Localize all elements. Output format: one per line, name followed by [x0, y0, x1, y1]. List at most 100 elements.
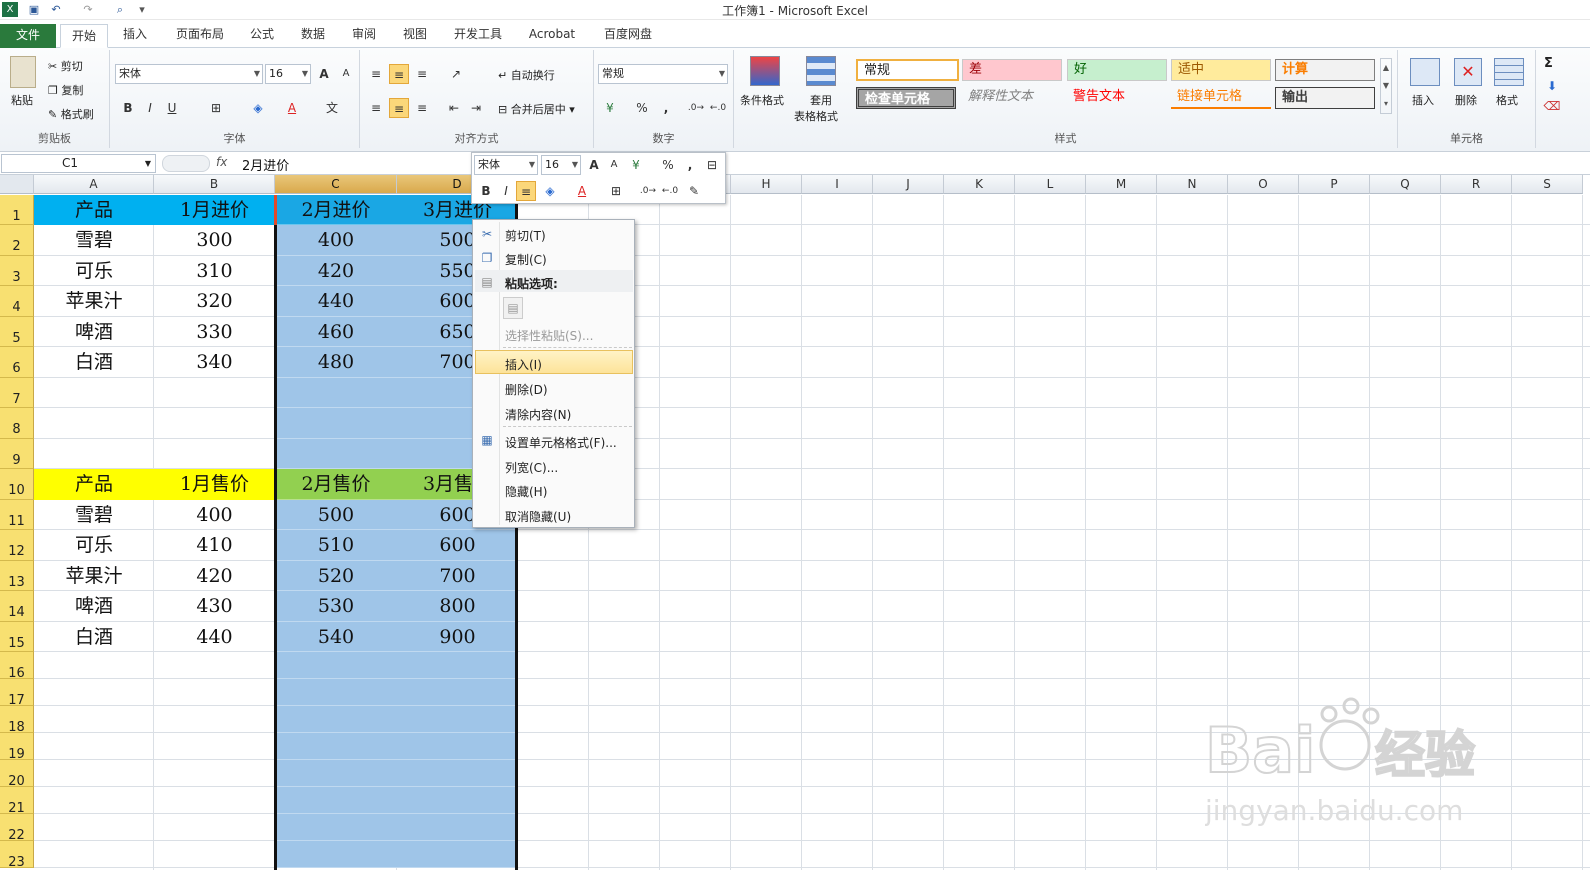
cell-c2[interactable]: 400 [275, 225, 397, 256]
menu-cut[interactable]: 剪切(T) [505, 227, 546, 244]
shrink-font-button[interactable]: A [336, 64, 356, 84]
menu-paste-special[interactable]: 选择性粘贴(S)... [505, 327, 593, 344]
mini-italic-button[interactable]: I [496, 181, 516, 201]
row-header-1[interactable]: 1 [0, 195, 34, 225]
column-header-j[interactable]: J [873, 175, 944, 194]
cell-a3[interactable]: 可乐 [34, 256, 154, 286]
underline-button[interactable]: U [162, 98, 182, 118]
tab-file[interactable]: 文件 [0, 24, 56, 48]
row-header-21[interactable]: 21 [0, 787, 34, 816]
menu-clear-contents[interactable]: 清除内容(N) [505, 406, 571, 423]
tab-formulas[interactable]: 公式 [242, 25, 282, 47]
row-header-7[interactable]: 7 [0, 378, 34, 408]
align-bottom-icon[interactable]: ≡ [412, 64, 432, 84]
column-header-h[interactable]: H [731, 175, 802, 194]
row-header-9[interactable]: 9 [0, 439, 34, 469]
cell-a6[interactable]: 白酒 [34, 347, 154, 378]
cell-b6[interactable]: 340 [154, 347, 275, 378]
cell-a1[interactable]: 产品 [34, 195, 154, 225]
increase-decimal-icon[interactable]: .0→ [686, 98, 706, 118]
styles-scroll-icon[interactable]: ▲ ▼ ▾ [1380, 58, 1392, 114]
row-header-19[interactable]: 19 [0, 733, 34, 762]
tab-home[interactable]: 开始 [60, 24, 108, 48]
font-size-select[interactable]: 16 ▼ [265, 64, 311, 84]
cell-a15[interactable]: 白酒 [34, 622, 154, 652]
currency-icon[interactable]: ¥ [600, 98, 620, 118]
delete-cells-icon[interactable]: ✕ [1454, 58, 1482, 86]
tab-view[interactable]: 视图 [395, 25, 435, 47]
border-icon[interactable]: ⊞ [206, 98, 226, 118]
row-header-17[interactable]: 17 [0, 679, 34, 708]
style-neutral[interactable]: 适中 [1171, 59, 1271, 81]
column-header-k[interactable]: K [944, 175, 1015, 194]
decrease-indent-icon[interactable]: ⇤ [444, 98, 464, 118]
column-header-c[interactable]: C [275, 175, 397, 194]
cell-b10[interactable]: 1月售价 [154, 469, 275, 500]
row-header-12[interactable]: 12 [0, 530, 34, 561]
cell-b3[interactable]: 310 [154, 256, 275, 286]
cell-c1[interactable]: 2月进价 [275, 195, 397, 225]
cell-d12[interactable]: 600 [397, 530, 518, 561]
row-header-6[interactable]: 6 [0, 347, 34, 378]
cell-c12[interactable]: 510 [275, 530, 397, 561]
style-linked-cell[interactable]: 链接单元格 [1171, 87, 1271, 109]
autosum-button[interactable]: Σ [1544, 56, 1553, 71]
cell-d13[interactable]: 700 [397, 561, 518, 591]
menu-unhide[interactable]: 取消隐藏(U) [505, 508, 571, 525]
mini-decrease-decimal-icon[interactable]: ←.0 [660, 181, 680, 201]
increase-indent-icon[interactable]: ⇥ [466, 98, 486, 118]
tab-review[interactable]: 审阅 [344, 25, 384, 47]
table-format-label-2[interactable]: 表格格式 [794, 108, 838, 124]
wrap-text-button[interactable]: ↵ 自动换行 [498, 67, 555, 83]
phonetic-icon[interactable]: 文 [322, 98, 342, 118]
decrease-decimal-icon[interactable]: ←.0 [708, 98, 728, 118]
cell-c10[interactable]: 2月售价 [275, 469, 397, 500]
align-right-icon[interactable]: ≡ [412, 98, 432, 118]
column-header-i[interactable]: I [802, 175, 873, 194]
comma-button[interactable]: , [656, 98, 676, 118]
row-header-11[interactable]: 11 [0, 500, 34, 530]
cell-d14[interactable]: 800 [397, 591, 518, 622]
formula-input[interactable]: 2月进价 [242, 155, 289, 174]
grow-font-button[interactable]: A [314, 64, 334, 84]
style-explanatory[interactable]: 解释性文本 [962, 87, 1062, 109]
font-name-select[interactable]: 宋体 ▼ [115, 64, 263, 84]
conditional-format-button[interactable]: 条件格式 [740, 92, 784, 108]
column-header-m[interactable]: M [1086, 175, 1157, 194]
row-header-14[interactable]: 14 [0, 591, 34, 622]
fill-icon[interactable]: ⬇ [1542, 76, 1562, 96]
column-header-s[interactable]: S [1512, 175, 1583, 194]
cell-b4[interactable]: 320 [154, 286, 275, 317]
column-header-l[interactable]: L [1015, 175, 1086, 194]
format-painter-button[interactable]: ✎ 格式刷 [48, 106, 94, 122]
style-bad[interactable]: 差 [962, 59, 1062, 81]
cell-b5[interactable]: 330 [154, 317, 275, 347]
table-format-label-1[interactable]: 套用 [810, 92, 832, 108]
cell-b2[interactable]: 300 [154, 225, 275, 256]
font-color-icon[interactable]: A [282, 98, 302, 118]
orientation-icon[interactable]: ↗ [446, 64, 466, 84]
clear-icon[interactable]: ⌫ [1542, 96, 1562, 116]
bold-button[interactable]: B [118, 98, 138, 118]
menu-column-width[interactable]: 列宽(C)... [505, 459, 558, 476]
mini-percent-button[interactable]: % [658, 155, 678, 175]
row-header-2[interactable]: 2 [0, 225, 34, 256]
insert-cells-icon[interactable] [1410, 58, 1440, 86]
column-header-r[interactable]: R [1441, 175, 1512, 194]
style-output[interactable]: 输出 [1275, 87, 1375, 109]
cell-c11[interactable]: 500 [275, 500, 397, 530]
style-warning[interactable]: 警告文本 [1067, 87, 1167, 109]
row-header-18[interactable]: 18 [0, 706, 34, 735]
align-middle-icon[interactable]: ≡ [389, 64, 409, 84]
mini-center-icon[interactable]: ≡ [516, 181, 536, 201]
align-left-icon[interactable]: ≡ [366, 98, 386, 118]
row-header-13[interactable]: 13 [0, 561, 34, 591]
cell-c5[interactable]: 460 [275, 317, 397, 347]
delete-cells-button[interactable]: 删除 [1455, 92, 1477, 108]
column-header-n[interactable]: N [1157, 175, 1228, 194]
cell-c6[interactable]: 480 [275, 347, 397, 378]
menu-format-cells[interactable]: 设置单元格格式(F)... [505, 434, 617, 451]
row-header-3[interactable]: 3 [0, 256, 34, 286]
menu-hide[interactable]: 隐藏(H) [505, 483, 547, 500]
mini-merge-icon[interactable]: ⊟ [702, 155, 722, 175]
